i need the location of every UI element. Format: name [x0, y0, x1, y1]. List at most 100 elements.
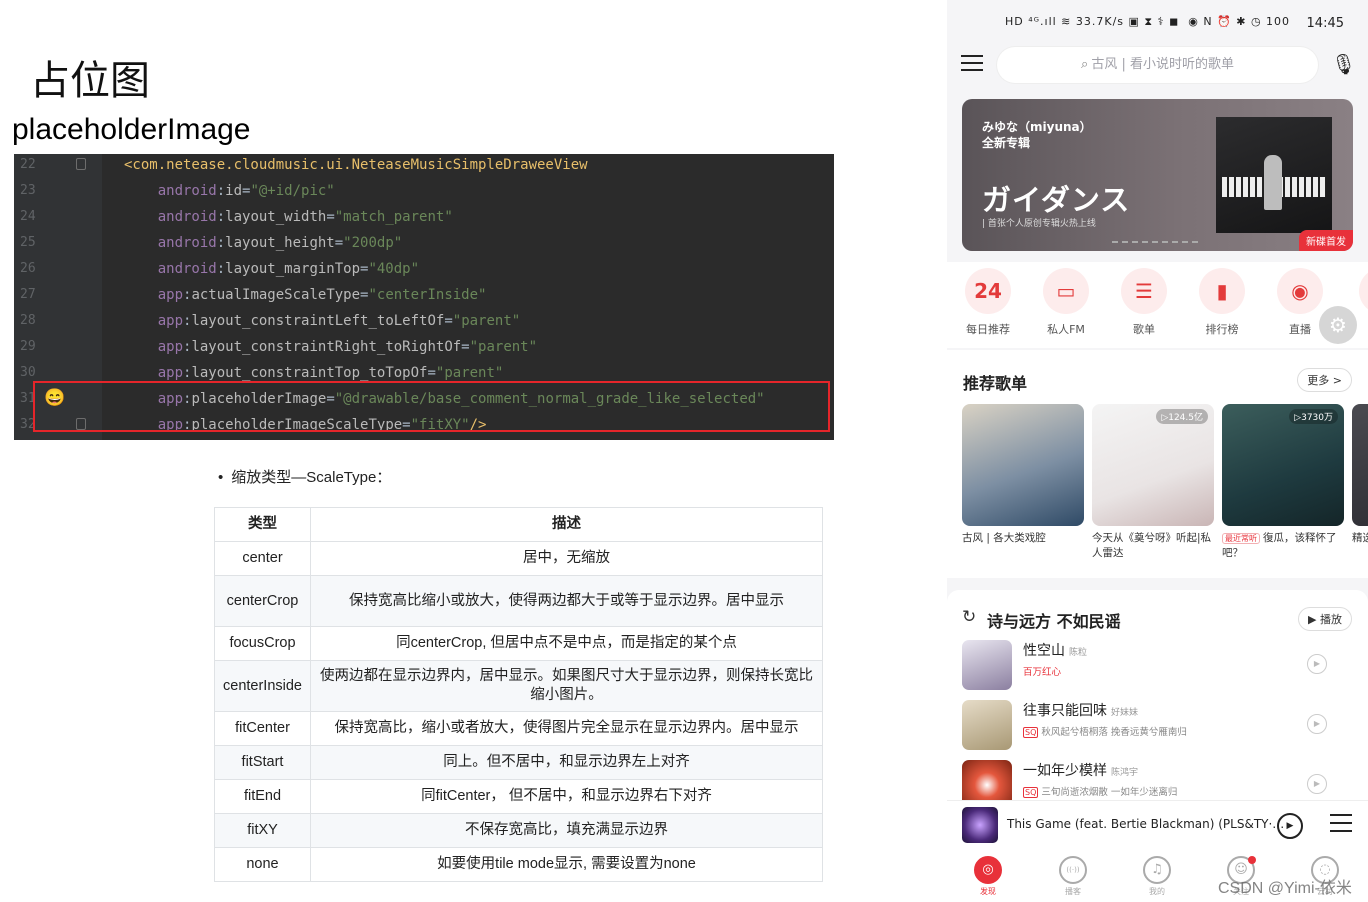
scaletype-bullet: 缩放类型—ScaleType：: [218, 466, 391, 487]
playlist-card[interactable]: 古风 | 各大类戏腔: [962, 404, 1084, 546]
play-all-button[interactable]: ▶ 播放: [1298, 607, 1352, 631]
scaletype-name: focusCrop: [214, 626, 311, 661]
song-name: 性空山 陈粒: [1023, 640, 1087, 660]
play-icon[interactable]: ▶: [1277, 813, 1303, 839]
mini-player-title: This Game (feat. Bertie Blackman) (PLS&T…: [1007, 817, 1285, 831]
scaletype-desc: 如要使用tile mode显示, 需要设置为none: [310, 847, 823, 882]
mini-player[interactable]: This Game (feat. Bertie Blackman) (PLS&T…: [947, 800, 1368, 848]
playlist-card[interactable]: ▷3730万最近常听 復瓜，该释怀了吧？: [1222, 404, 1344, 561]
playlist-cover: ▷3730万: [1222, 404, 1344, 526]
playlist-title-text: 精选女声: [1352, 532, 1368, 544]
scaletype-name: centerCrop: [214, 575, 311, 627]
code-token: android: [124, 209, 217, 225]
playlist-cover: ▷124.5亿: [1092, 404, 1214, 526]
song-subtitle-text: 三旬尚逝浓烟散 一如年少迷离归: [1041, 787, 1178, 798]
nav-label: 排行榜: [1205, 323, 1239, 336]
scaletype-desc: 同centerCrop, 但居中点不是中点，而是指定的某个点: [310, 626, 823, 661]
playlist-card[interactable]: 精选女声: [1352, 404, 1368, 546]
tab-item[interactable]: ♫ 我的: [1122, 856, 1192, 897]
tab-icon: ♫: [1143, 856, 1171, 884]
play-count: ▷3730万: [1289, 409, 1338, 424]
code-token: layout_constraintRight_toRightOf: [191, 339, 462, 355]
nav-icon: ▮: [1199, 268, 1245, 314]
code-token: layout_height: [225, 235, 335, 251]
scaletype-desc: 不保存宽高比，填充满显示边界: [310, 813, 823, 848]
tab-item[interactable]: ◎ 发现: [953, 856, 1023, 897]
scaletype-name: fitCenter: [214, 711, 311, 746]
play-icon[interactable]: ▶: [1307, 774, 1327, 794]
table-row: fitStart 同上。但不居中，和显示边界左上对齐: [214, 745, 823, 780]
playlist-title: 最近常听 復瓜，该释怀了吧？: [1222, 531, 1344, 561]
code-token: "parent": [469, 339, 538, 355]
status-icons: HD ⁴ᴳ.ıll ≋ 33.7K/s ▣ ⧗ ⚕ ◼ ◉ N ⏰ ✱ ◷ 10…: [1005, 15, 1290, 29]
code-text: android:layout_marginTop="40dp": [124, 259, 419, 279]
code-line: 24 android:layout_width="match_parent": [14, 206, 834, 232]
more-button[interactable]: 更多 >: [1297, 368, 1352, 392]
nav-item[interactable]: ☰ 歌单: [1109, 268, 1179, 337]
fold-icon[interactable]: [76, 158, 86, 170]
code-text: app:layout_constraintTop_toTopOf="parent…: [124, 363, 504, 383]
playlist-title: 精选女声: [1352, 531, 1368, 546]
code-token: layout_constraintLeft_toLeftOf: [191, 313, 445, 329]
nav-icon: ◉: [1277, 268, 1323, 314]
playlist-icon[interactable]: [1330, 814, 1352, 838]
code-token: =: [326, 209, 335, 225]
code-token: =: [461, 339, 470, 355]
scaletype-desc: 居中，无缩放: [310, 541, 823, 576]
code-token: <com.netease.cloudmusic.ui.NeteaseMusicS…: [124, 157, 588, 173]
playlist-title: 诗与远方 不如民谣: [987, 612, 1121, 631]
watermark: CSDN @Yimi-依米: [1218, 880, 1352, 897]
gear-icon[interactable]: ⚙: [1319, 306, 1357, 344]
banner-album-art: [1216, 117, 1332, 233]
song-title: 往事只能回味: [1023, 703, 1107, 719]
code-token: :: [216, 209, 226, 225]
banner-album-title: ガイダンス: [982, 183, 1131, 217]
line-number: 28: [20, 313, 36, 328]
code-text: <com.netease.cloudmusic.ui.NeteaseMusicS…: [124, 155, 588, 175]
playlist-title-text: 今天从《奠兮呀》听起|私人雷达: [1092, 532, 1212, 559]
playlist-card[interactable]: ▷124.5亿今天从《奠兮呀》听起|私人雷达: [1092, 404, 1214, 561]
table-header-type: 类型: [214, 507, 311, 542]
tab-label: 我的: [1149, 887, 1165, 896]
play-icon[interactable]: ▶: [1307, 654, 1327, 674]
song-subtitle-text: 秋风起兮梧桐落 挽香远黄兮雁南归: [1041, 727, 1187, 738]
song-row[interactable]: 性空山 陈粒 百万红心 ▶: [947, 640, 1368, 700]
nav-icon: ▭: [1043, 268, 1089, 314]
code-text: app:actualImageScaleType="centerInside": [124, 285, 487, 305]
search-placeholder: 古风 | 看小说时听的歌单: [1091, 57, 1234, 72]
scaletype-desc: 同fitCenter， 但不居中，和显示边界右下对齐: [310, 779, 823, 814]
playlist-cover: [962, 404, 1084, 526]
play-icon[interactable]: ▶: [1307, 714, 1327, 734]
song-artist: 好妹妹: [1111, 708, 1139, 718]
code-token: :: [216, 261, 226, 277]
nav-item[interactable]: ▭ 私人FM: [1031, 268, 1101, 337]
search-input[interactable]: ⌕ 古风 | 看小说时听的歌单: [997, 47, 1318, 83]
song-row[interactable]: 往事只能回味 好妹妹 SQ 秋风起兮梧桐落 挽香远黄兮雁南归 ▶: [947, 700, 1368, 760]
code-text: app:layout_constraintLeft_toLeftOf="pare…: [124, 311, 521, 331]
code-token: "parent": [452, 313, 521, 329]
code-line: 22 <com.netease.cloudmusic.ui.NeteaseMusi…: [14, 154, 834, 180]
refresh-icon[interactable]: ↻: [962, 607, 976, 627]
nav-icon: 24: [965, 268, 1011, 314]
code-token: "centerInside": [368, 287, 487, 303]
table-row: center 居中，无缩放: [214, 541, 823, 576]
mic-icon[interactable]: 🎙: [1331, 52, 1356, 76]
banner[interactable]: みゆな（miyuna） 全新专辑 ガイダンス | 首张个人原创专辑火热上线 新碟…: [962, 99, 1353, 251]
table-row: fitCenter 保持宽高比，缩小或者放大，使得图片完全显示在显示边界内。居中显…: [214, 711, 823, 746]
code-token: =: [334, 235, 344, 251]
menu-icon[interactable]: [961, 55, 983, 75]
song-cover: [962, 700, 1012, 750]
code-text: android:layout_height="200dp": [124, 233, 402, 253]
screen: 占位图 placeholderImage 22 <com.netease.clou…: [0, 0, 1368, 902]
code-token: app: [124, 287, 184, 303]
sq-badge: SQ: [1023, 787, 1039, 798]
code-line: 25 android:layout_height="200dp": [14, 232, 834, 258]
nav-item[interactable]: 24 每日推荐: [953, 268, 1023, 337]
phone-screen: HD ⁴ᴳ.ıll ≋ 33.7K/s ▣ ⧗ ⚕ ◼ ◉ N ⏰ ✱ ◷ 10…: [947, 0, 1368, 902]
nav-label: 私人FM: [1047, 323, 1085, 336]
banner-tagline: | 首张个人原创专辑火热上线: [982, 219, 1096, 229]
banner-album-type: 全新专辑: [982, 136, 1031, 150]
table-header-row: 类型 描述: [214, 507, 823, 542]
nav-item[interactable]: ▮ 排行榜: [1187, 268, 1257, 337]
tab-item[interactable]: ((·)) 播客: [1038, 856, 1108, 897]
